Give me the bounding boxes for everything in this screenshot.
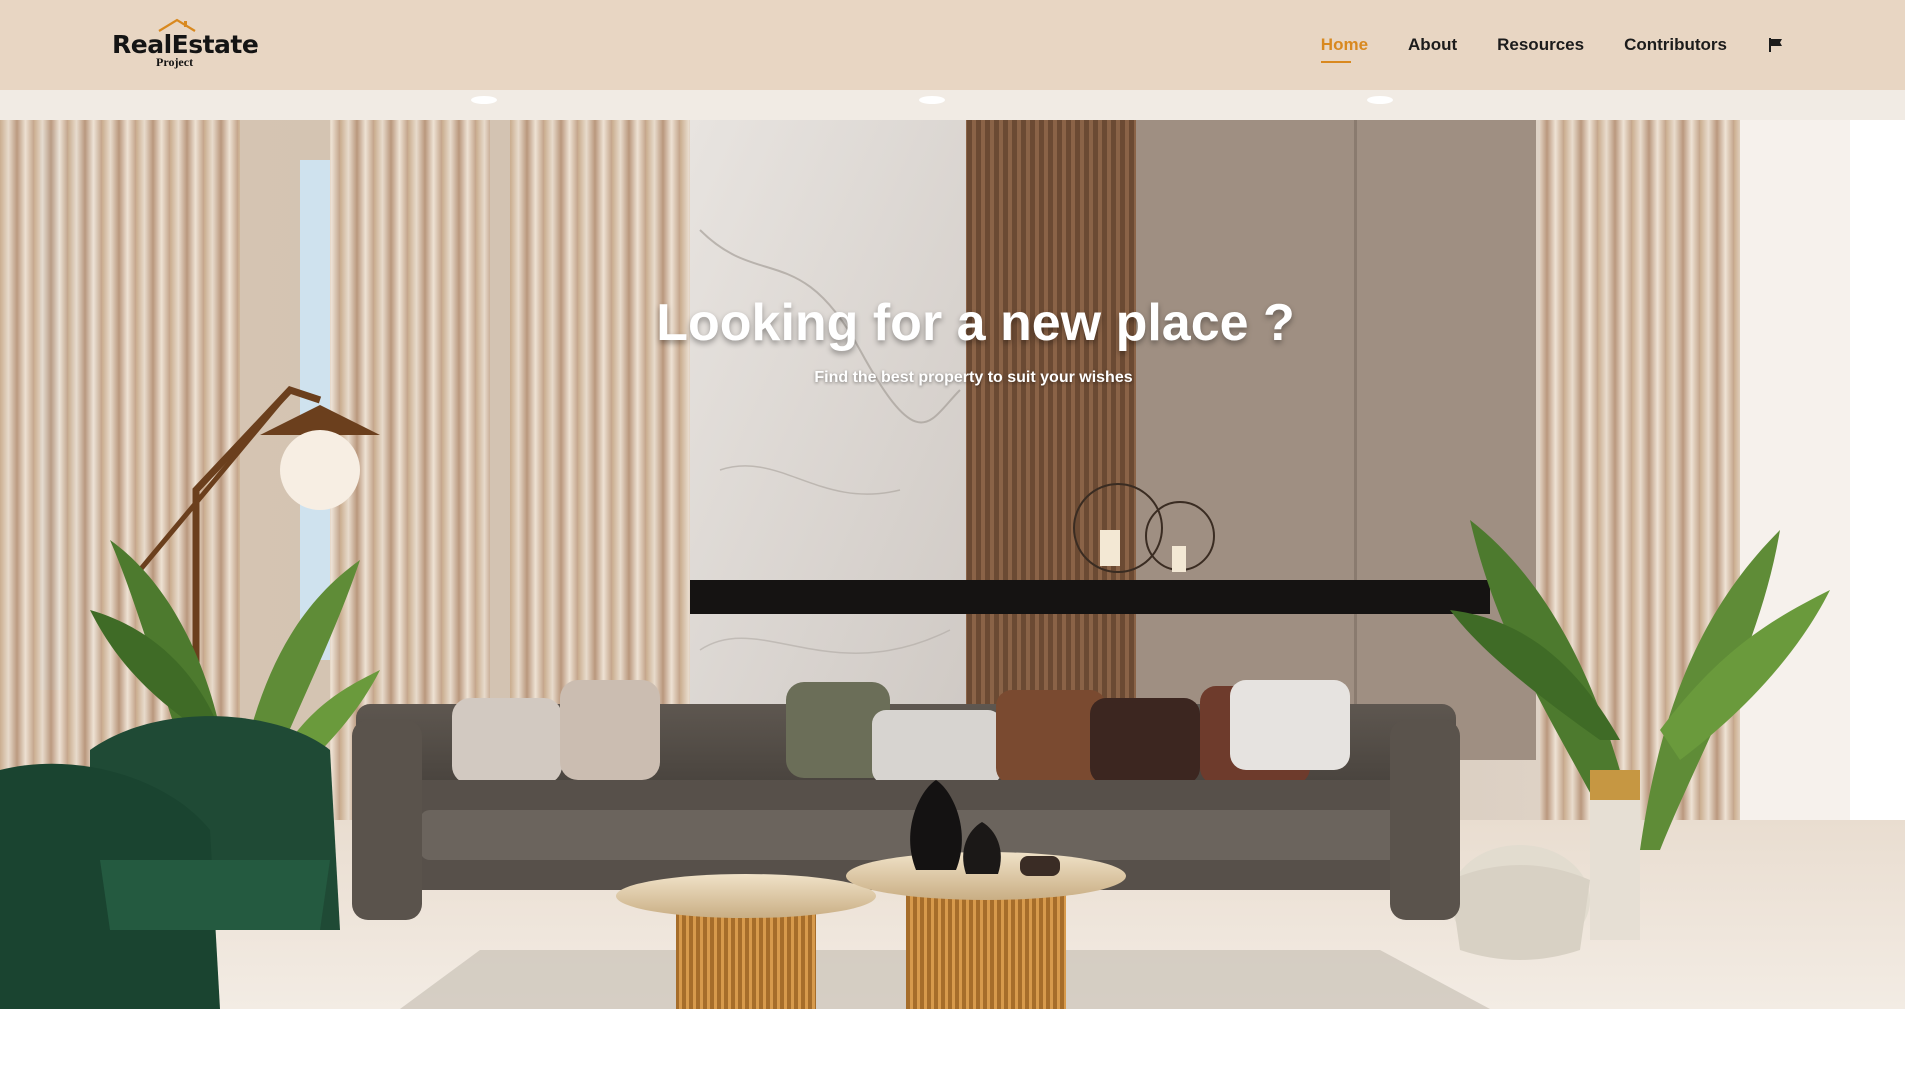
main-nav: Home About Resources Contributors xyxy=(1281,0,1785,90)
hero-section: Looking for a new place ? Find the best … xyxy=(0,90,1905,1009)
brand-tagline: Project xyxy=(156,55,194,69)
nav-link-about[interactable]: About xyxy=(1408,35,1457,55)
hero-background-image xyxy=(0,90,1905,1009)
flag-icon[interactable] xyxy=(1767,36,1785,54)
site-header: RealEstate Project Home About Resources … xyxy=(0,0,1905,90)
hero-subtitle: Find the best property to suit your wish… xyxy=(814,369,1133,386)
brand-logo[interactable]: RealEstate Project xyxy=(112,18,259,70)
nav-link-home[interactable]: Home xyxy=(1320,35,1368,63)
nav-link-contributors[interactable]: Contributors xyxy=(1624,35,1727,55)
nav-link-resources[interactable]: Resources xyxy=(1497,35,1584,55)
hero-title: Looking for a new place ? xyxy=(656,294,1295,352)
